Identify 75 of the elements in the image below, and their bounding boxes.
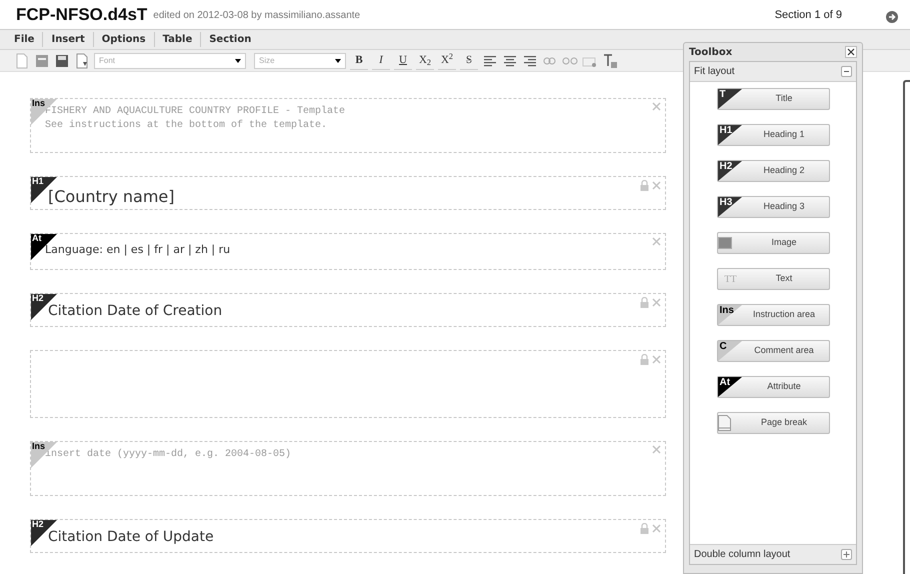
lock-icon[interactable] xyxy=(640,297,649,308)
close-icon[interactable] xyxy=(652,298,661,307)
block-tag: H2 xyxy=(32,293,44,304)
edit-info: edited on 2012-03-08 by massimiliano.assante xyxy=(153,9,360,23)
toolbox-item-button[interactable]: H2 Heading 2 xyxy=(716,160,830,182)
block-text: insert date (yyyy-mm-dd, e.g. 2004-08-05) xyxy=(45,448,292,462)
toolbox-item-button[interactable]: T Title xyxy=(716,88,830,110)
page-icon xyxy=(718,415,730,431)
toolbox-item-button[interactable]: Page break xyxy=(716,412,830,434)
close-icon[interactable] xyxy=(652,102,661,111)
block-text: Citation Date of Update xyxy=(48,528,215,547)
content-block[interactable] xyxy=(30,350,666,418)
lock-icon[interactable] xyxy=(640,180,649,191)
triangle-icon xyxy=(718,377,742,397)
content-block[interactable]: H1 [Country name] xyxy=(30,176,666,210)
block-text: See instructions at the bottom of the template. xyxy=(45,119,328,133)
triangle-icon xyxy=(718,161,742,181)
triangle-icon xyxy=(718,305,742,325)
block-text: Language: en | es | fr | ar | zh | ru xyxy=(45,242,232,258)
section-label: Double column layout xyxy=(694,548,792,562)
format-button[interactable]: X$^{2}$ xyxy=(438,52,456,70)
toolbox-item-button[interactable]: C Comment area xyxy=(716,340,830,362)
close-icon[interactable] xyxy=(652,355,661,364)
close-icon[interactable] xyxy=(652,237,661,246)
format-button[interactable]: X$_{2}$ xyxy=(416,52,434,70)
triangle-icon xyxy=(718,341,742,361)
item-tag: C xyxy=(720,341,727,353)
clear-format-icon[interactable] xyxy=(602,52,618,68)
toolbox-item-button[interactable]: At Attribute xyxy=(716,376,830,398)
block-text: [Country name] xyxy=(48,186,176,208)
menu-item[interactable]: Insert xyxy=(42,32,93,47)
format-button[interactable]: B xyxy=(350,52,368,70)
next-arrow-icon[interactable] xyxy=(886,11,898,23)
toolbox-title: Toolbox xyxy=(689,46,734,60)
block-tag: H1 xyxy=(32,176,44,187)
format-button[interactable]: I xyxy=(372,52,390,70)
toolbox-item-button[interactable]: TT Text xyxy=(716,268,830,290)
lock-icon[interactable] xyxy=(640,354,649,365)
content-block[interactable]: At Language: en | es | fr | ar | zh | ru xyxy=(30,233,666,270)
item-tag: T xyxy=(720,89,726,101)
block-tag: At xyxy=(32,233,42,244)
collapse-button[interactable] xyxy=(841,66,852,77)
expand-button[interactable] xyxy=(841,549,852,560)
close-icon[interactable] xyxy=(652,524,661,533)
format-button[interactable]: U xyxy=(394,52,412,70)
export-icon[interactable] xyxy=(74,52,90,68)
content-block[interactable]: H2 Citation Date of Creation xyxy=(30,293,666,327)
close-icon[interactable] xyxy=(652,181,661,190)
triangle-icon xyxy=(718,125,742,145)
document-title: FCP-NFSO.d4sT xyxy=(16,6,148,23)
menu-item[interactable]: Options xyxy=(92,32,154,47)
toolbox-item-button[interactable]: Ins Instruction area xyxy=(716,304,830,326)
triangle-icon xyxy=(718,89,742,109)
lock-icon[interactable] xyxy=(640,523,649,534)
save-icon[interactable] xyxy=(54,52,70,68)
close-button[interactable] xyxy=(845,46,857,58)
content-block[interactable]: Ins insert date (yyyy-mm-dd, e.g. 2004-08-05) xyxy=(30,441,666,496)
item-tag: TT xyxy=(718,272,744,286)
section-header[interactable]: Fit layout xyxy=(690,62,856,82)
menu-item[interactable]: Table xyxy=(154,32,200,47)
section-label: Fit layout xyxy=(694,65,736,79)
menu-item[interactable]: File xyxy=(6,32,42,47)
close-icon[interactable] xyxy=(652,445,661,454)
block-text: Citation Date of Creation xyxy=(48,302,224,321)
block-tag: H2 xyxy=(32,519,44,530)
toolbox-item-button[interactable]: Image xyxy=(716,232,830,254)
toolbox-item-button[interactable]: H1 Heading 1 xyxy=(716,124,830,146)
content-block[interactable]: H2 Citation Date of Update xyxy=(30,519,666,553)
new-page-icon[interactable] xyxy=(14,52,30,68)
image-icon xyxy=(718,237,732,249)
menu-item[interactable]: Section xyxy=(200,32,260,47)
toolbox-item-button[interactable]: H3 Heading 3 xyxy=(716,196,830,218)
section-header[interactable]: Double column layout xyxy=(690,544,856,564)
section-indicator: Section 1 of 9 xyxy=(774,8,842,22)
triangle-icon xyxy=(718,197,742,217)
